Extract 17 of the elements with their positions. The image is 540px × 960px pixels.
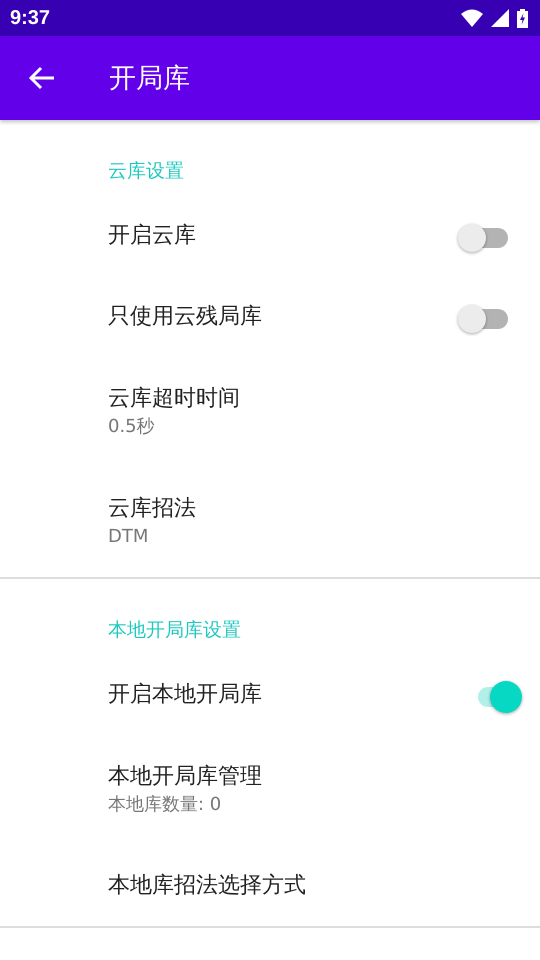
back-arrow-icon[interactable]: [29, 66, 55, 90]
battery-icon: [517, 8, 528, 28]
toggle-switch[interactable]: [458, 222, 510, 250]
settings-item[interactable]: 开启云库: [0, 195, 540, 276]
settings-item[interactable]: 云库超时时间 0.5秒: [0, 357, 540, 467]
wifi-icon: [461, 9, 483, 27]
section-header: 云库设置: [107, 159, 185, 184]
status-time: 9:37: [10, 6, 50, 30]
settings-item[interactable]: 只使用云残局库: [0, 276, 540, 357]
settings-item[interactable]: 开启本地开局库: [0, 654, 540, 735]
section-header: 本地开局库设置: [107, 618, 242, 643]
screen-title: 开局库: [109, 62, 190, 96]
settings-item[interactable]: 本地开局库管理 本地库数量: 0: [0, 735, 540, 845]
toggle-switch[interactable]: [458, 302, 510, 330]
settings-item[interactable]: 本地库招法选择方式: [0, 845, 540, 926]
settings-item[interactable]: 云库招法 DTM: [0, 467, 540, 577]
signal-icon: [491, 9, 509, 27]
